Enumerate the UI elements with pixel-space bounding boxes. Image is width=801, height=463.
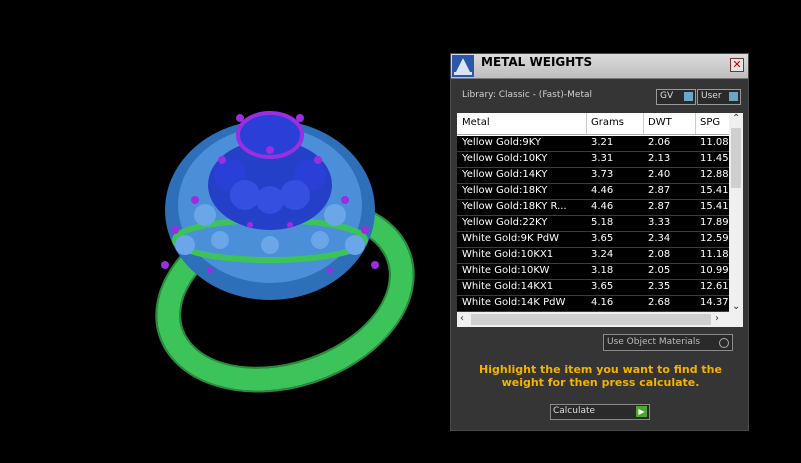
radio-icon <box>719 338 729 348</box>
library-label: Library: Classic - (Fast)-Metal <box>462 90 593 100</box>
cell-spg: 11.18 <box>700 249 729 260</box>
cell-grams: 3.24 <box>591 249 614 260</box>
cell-metal: Yellow Gold:18KY <box>462 185 548 196</box>
header-spg[interactable]: SPG <box>700 117 720 128</box>
cell-grams: 3.21 <box>591 137 614 148</box>
metal-weights-panel: METAL WEIGHTS ✕ Library: Classic - (Fast… <box>450 53 749 431</box>
cell-spg: 15.41 <box>700 185 729 196</box>
scroll-thumb[interactable] <box>471 314 711 325</box>
header-grams[interactable]: Grams <box>591 117 624 128</box>
cell-dwt: 2.08 <box>648 249 671 260</box>
ring-head <box>165 111 375 300</box>
use-object-materials-label: Use Object Materials <box>607 337 701 347</box>
table-row[interactable]: White Gold:10KX1 3.24 2.08 11.18 <box>457 248 729 264</box>
table-row[interactable]: Yellow Gold:22KY 5.18 3.33 17.89 <box>457 216 729 232</box>
cell-spg: 12.59 <box>700 233 729 244</box>
cell-metal: Yellow Gold:18KY R... <box>462 201 567 212</box>
cell-dwt: 2.87 <box>648 201 671 212</box>
header-metal[interactable]: Metal <box>462 117 490 128</box>
cell-grams: 3.31 <box>591 153 614 164</box>
scroll-left-icon[interactable]: ‹ <box>460 313 464 324</box>
cell-dwt: 2.13 <box>648 153 671 164</box>
cell-metal: White Gold:9K PdW <box>462 233 559 244</box>
header-dwt[interactable]: DWT <box>648 117 672 128</box>
cell-spg: 17.89 <box>700 217 729 228</box>
scroll-up-icon[interactable]: ⌃ <box>732 113 740 124</box>
use-object-materials-toggle[interactable]: Use Object Materials <box>603 334 733 351</box>
cell-spg: 11.45 <box>700 153 729 164</box>
cell-grams: 3.73 <box>591 169 614 180</box>
ring-3d-viewport[interactable] <box>0 0 445 463</box>
cell-metal: Yellow Gold:14KY <box>462 169 548 180</box>
table-row[interactable]: White Gold:14KX1 3.65 2.35 12.61 <box>457 280 729 296</box>
scroll-right-icon[interactable]: › <box>715 313 719 324</box>
cell-metal: White Gold:14KX1 <box>462 281 554 292</box>
cell-grams: 3.65 <box>591 233 614 244</box>
gv-toggle[interactable]: GV <box>656 89 696 105</box>
toggle-knob-icon <box>684 92 693 101</box>
cell-dwt: 2.68 <box>648 297 671 308</box>
table-header: Metal Grams DWT SPG <box>457 113 729 135</box>
table-row[interactable]: White Gold:14K PdW 4.16 2.68 14.37 <box>457 296 729 312</box>
cell-metal: Yellow Gold:10KY <box>462 153 548 164</box>
cell-dwt: 2.87 <box>648 185 671 196</box>
wizard-hat-icon <box>452 55 474 77</box>
cell-dwt: 2.05 <box>648 265 671 276</box>
horizontal-scrollbar[interactable]: ‹ › <box>457 312 743 327</box>
table-row[interactable]: Yellow Gold:9KY 3.21 2.06 11.08 <box>457 136 729 152</box>
instruction-text: Highlight the item you want to find the … <box>479 363 722 389</box>
scroll-thumb[interactable] <box>731 128 741 188</box>
table-row[interactable]: Yellow Gold:18KY 4.46 2.87 15.41 <box>457 184 729 200</box>
table-body: Yellow Gold:9KY 3.21 2.06 11.08 Yellow Gold:… <box>457 136 729 312</box>
cell-dwt: 2.34 <box>648 233 671 244</box>
cell-dwt: 2.06 <box>648 137 671 148</box>
cell-metal: Yellow Gold:22KY <box>462 217 548 228</box>
cell-metal: Yellow Gold:9KY <box>462 137 541 148</box>
user-toggle-label: User <box>701 91 722 101</box>
play-icon: ▶ <box>636 406 647 417</box>
table-row[interactable]: Yellow Gold:10KY 3.31 2.13 11.45 <box>457 152 729 168</box>
cell-dwt: 2.35 <box>648 281 671 292</box>
cell-grams: 5.18 <box>591 217 614 228</box>
table-row[interactable]: Yellow Gold:18KY R... 4.46 2.87 15.41 <box>457 200 729 216</box>
panel-title-bar[interactable]: METAL WEIGHTS ✕ <box>451 54 748 79</box>
table-row[interactable]: White Gold:10KW 3.18 2.05 10.99 <box>457 264 729 280</box>
cell-grams: 4.46 <box>591 201 614 212</box>
scroll-down-icon[interactable]: ⌄ <box>732 301 740 312</box>
cell-spg: 11.08 <box>700 137 729 148</box>
calculate-button[interactable]: Calculate ▶ <box>550 404 650 420</box>
panel-title: METAL WEIGHTS <box>481 55 593 69</box>
calculate-label: Calculate <box>553 406 596 416</box>
cell-spg: 14.37 <box>700 297 729 308</box>
cell-metal: White Gold:10KW <box>462 265 550 276</box>
vertical-scrollbar[interactable]: ⌃ ⌄ <box>729 113 743 312</box>
cell-dwt: 3.33 <box>648 217 671 228</box>
cell-spg: 15.41 <box>700 201 729 212</box>
cell-dwt: 2.40 <box>648 169 671 180</box>
toggle-knob-icon <box>729 92 738 101</box>
cell-grams: 3.65 <box>591 281 614 292</box>
cell-spg: 10.99 <box>700 265 729 276</box>
table-row[interactable]: White Gold:9K PdW 3.65 2.34 12.59 <box>457 232 729 248</box>
table-row[interactable]: Yellow Gold:14KY 3.73 2.40 12.88 <box>457 168 729 184</box>
cell-metal: White Gold:14K PdW <box>462 297 566 308</box>
cell-grams: 4.46 <box>591 185 614 196</box>
cell-spg: 12.61 <box>700 281 729 292</box>
gv-toggle-label: GV <box>660 91 674 101</box>
cell-grams: 4.16 <box>591 297 614 308</box>
cell-grams: 3.18 <box>591 265 614 276</box>
close-button[interactable]: ✕ <box>730 58 744 72</box>
cell-spg: 12.88 <box>700 169 729 180</box>
cell-metal: White Gold:10KX1 <box>462 249 554 260</box>
metal-weights-table: Metal Grams DWT SPG Yellow Gold:9KY 3.21 2… <box>457 113 743 327</box>
user-toggle[interactable]: User <box>697 89 741 105</box>
